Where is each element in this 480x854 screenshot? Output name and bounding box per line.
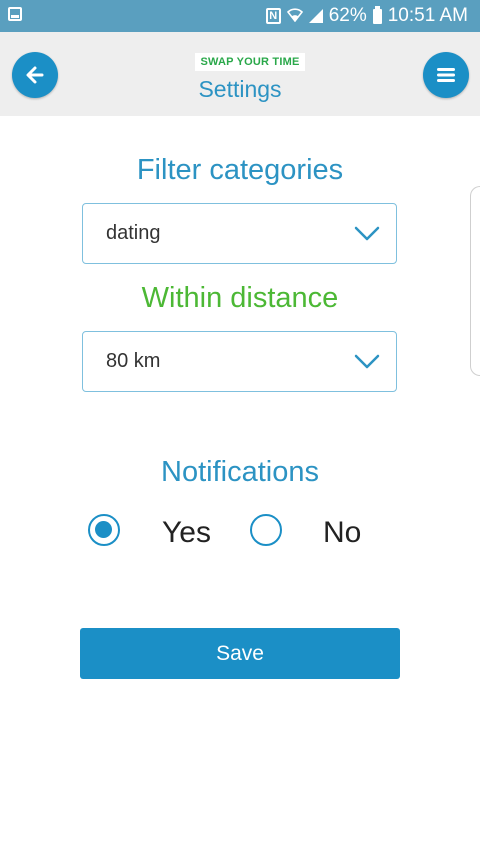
save-button[interactable]: Save xyxy=(80,628,400,679)
app-header: SWAP YOUR TIME Settings xyxy=(0,32,480,116)
wifi-icon xyxy=(286,7,303,25)
distance-select[interactable]: 80 km xyxy=(82,331,397,392)
category-select-value: dating xyxy=(106,222,161,244)
notifications-no-radio[interactable] xyxy=(250,514,282,546)
notifications-yes-label[interactable]: Yes xyxy=(162,516,211,550)
notifications-no-label[interactable]: No xyxy=(323,516,361,550)
clock: 10:51 AM xyxy=(387,5,468,26)
category-select[interactable]: dating xyxy=(82,203,397,264)
chevron-down-icon xyxy=(354,226,380,241)
chevron-down-icon xyxy=(354,354,380,369)
brand-logo: SWAP YOUR TIME xyxy=(195,53,305,71)
status-bar: N 62% 10:51 AM xyxy=(0,0,480,32)
signal-icon xyxy=(308,9,323,23)
nfc-icon: N xyxy=(265,8,281,24)
menu-button[interactable] xyxy=(423,52,469,98)
page-title: Settings xyxy=(198,76,282,102)
notifications-title: Notifications xyxy=(161,456,319,488)
filter-categories-title: Filter categories xyxy=(136,154,344,186)
distance-select-value: 80 km xyxy=(106,350,161,372)
status-right-group: N 62% 10:51 AM xyxy=(265,4,468,28)
hamburger-menu-icon xyxy=(437,68,455,82)
notifications-yes-radio[interactable] xyxy=(88,514,120,546)
side-drawer-handle[interactable] xyxy=(470,186,480,376)
radio-selected-dot xyxy=(95,521,112,538)
gallery-notification-icon xyxy=(8,7,22,21)
battery-icon xyxy=(372,5,382,24)
battery-percent: 62% xyxy=(328,5,367,26)
within-distance-title: Within distance xyxy=(141,282,339,314)
